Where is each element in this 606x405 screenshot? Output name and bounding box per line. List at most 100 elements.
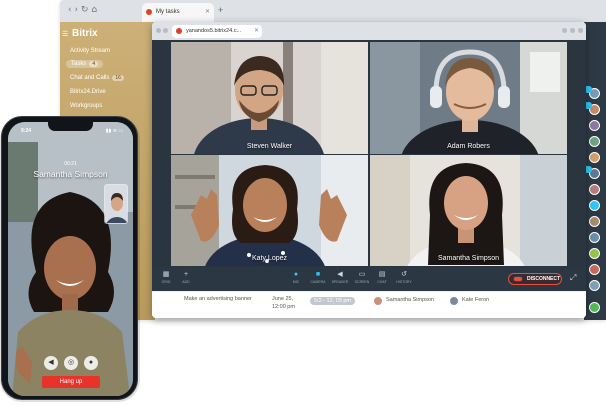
speaker-button[interactable]: ◀ SPEAKER [330, 270, 350, 285]
table-row[interactable]: Make an advertising banner June 25, 12:0… [152, 291, 586, 318]
mic-button[interactable]: ● [84, 356, 98, 370]
add-participant-button[interactable]: + ADD [176, 270, 196, 285]
add-icon: + [183, 271, 189, 278]
window-close-dot[interactable] [156, 28, 161, 33]
call-toolbar: ▦ GRID + ADD ● MIC ■ CAMERA ◀ SPEAKER ▭ SCREEN… [152, 267, 586, 291]
tab-my-tasks-label: My tasks [156, 9, 180, 15]
participant-name: Katy Lopez [251, 255, 288, 262]
window-minimize-dot[interactable] [562, 28, 567, 33]
speaker-button[interactable]: ◀ [44, 356, 58, 370]
disconnect-label: DISCONNECT [527, 276, 561, 282]
sidebar-item-activity-stream[interactable]: Activity Stream [70, 48, 110, 54]
phone-status-icons: ▮▮ ≋ ▭ [105, 128, 123, 134]
call-tab-title: yanandos5.bitrix24.c... [186, 28, 242, 34]
screen-share-button[interactable]: ▭ SCREEN [352, 270, 372, 285]
participant-name: Adam Robers [447, 143, 490, 150]
fullscreen-icon[interactable]: ⤢ [570, 273, 576, 283]
disconnect-button[interactable]: DISCONNECT [508, 273, 562, 285]
camera-button[interactable]: ■ CAMERA [308, 270, 328, 285]
hang-up-label: Hang up [59, 379, 83, 385]
caller-name: Samantha Simpson [33, 169, 108, 179]
back-browser-tabbar: ‹ › ↻ ⌂ My tasks ✕ + [60, 0, 606, 22]
window-maximize-dot[interactable] [570, 28, 575, 33]
bitrix-right-contacts-bar [584, 22, 606, 320]
video-tile-adam-robers[interactable]: Adam Robers [370, 42, 567, 154]
video-tile-samantha-simpson[interactable]: Samantha Simpson [370, 155, 567, 266]
avatar [374, 297, 382, 305]
contact-avatar[interactable] [589, 184, 600, 195]
sidebar-item-drive[interactable]: Bitrix24.Drive [70, 89, 106, 95]
history-button[interactable]: ↺ HISTORY [394, 270, 414, 285]
video-tile-katy-lopez[interactable]: Katy Lopez [171, 155, 368, 266]
task-deadline-time: 12:00 pm [272, 304, 295, 310]
participant-video [370, 42, 567, 154]
browser-nav-buttons[interactable]: ‹ › ↻ ⌂ [68, 5, 97, 15]
contact-avatar[interactable] [589, 120, 600, 131]
mic-icon: ● [293, 271, 299, 278]
screen-icon: ▭ [358, 271, 366, 278]
contact-avatar[interactable] [589, 136, 600, 147]
video-tile-steven-walker[interactable]: Steven Walker [171, 42, 368, 154]
tab-my-tasks[interactable]: My tasks ✕ [142, 3, 214, 22]
phone-call-screen: 9:24 ▮▮ ≋ ▭ 00:21 Samantha Simpson ◀ ◎ ●… [8, 122, 133, 396]
screenshot-stage: ‹ › ↻ ⌂ My tasks ✕ + ☰ Bitrix Activity S… [0, 0, 606, 405]
contact-avatar[interactable] [589, 216, 600, 227]
sidebar-item-label: Tasks [71, 61, 87, 67]
new-tab-button[interactable]: + [218, 5, 223, 15]
bitrix-favicon-icon [176, 28, 182, 34]
video-call-grid: Steven Walker Adam Robers Katy Lopez Sam… [152, 40, 586, 267]
chat-button[interactable]: ▤ CHAT [372, 270, 392, 285]
sidebar-count-badge: 4 [89, 61, 99, 67]
close-tab-icon[interactable]: ✕ [254, 27, 259, 34]
task-title[interactable]: Make an advertising banner [184, 296, 252, 302]
sidebar-item-chat-and-calls[interactable]: Chat and Calls 16 [70, 75, 124, 81]
camera-icon: ■ [315, 271, 321, 278]
bitrix-favicon-icon [146, 9, 152, 15]
self-view-video [105, 185, 127, 223]
close-tab-icon[interactable]: ✕ [205, 8, 210, 15]
menu-burger-icon[interactable]: ☰ [62, 30, 68, 38]
chat-icon: ▤ [378, 271, 386, 278]
participant-name: Steven Walker [246, 143, 293, 150]
sidebar-item-tasks[interactable]: Tasks 4 [66, 60, 104, 68]
speaker-icon: ◀ [337, 271, 343, 278]
mobile-phone: 9:24 ▮▮ ≋ ▭ 00:21 Samantha Simpson ◀ ◎ ●… [1, 116, 138, 400]
phone-status-time: 9:24 [21, 128, 32, 134]
participant-name: Samantha Simpson [437, 255, 500, 262]
call-window-tabbar: yanandos5.bitrix24.c... ✕ [152, 22, 586, 40]
contact-avatar[interactable] [589, 264, 600, 275]
history-icon: ↺ [401, 271, 407, 278]
sidebar-count-badge: 16 [112, 75, 124, 81]
contact-avatar[interactable] [589, 280, 600, 291]
avatar [450, 297, 458, 305]
sidebar-item-label: Chat and Calls [70, 75, 110, 81]
task-responsible[interactable]: Kate Feron [462, 297, 489, 303]
task-deadline-date: June 25, [272, 296, 294, 302]
contact-avatar[interactable] [589, 248, 600, 259]
phone-hangup-icon [513, 276, 523, 282]
window-close-dot[interactable] [578, 28, 583, 33]
sidebar-item-workgroups[interactable]: Workgroups [70, 103, 102, 109]
call-browser-tab[interactable]: yanandos5.bitrix24.c... ✕ [172, 25, 262, 38]
mic-button[interactable]: ● MIC [286, 270, 306, 285]
deadline-badge[interactable]: 5/2 - 12, 03 pm [310, 297, 355, 305]
contact-avatar[interactable] [589, 200, 600, 211]
window-minimize-dot[interactable] [163, 28, 168, 33]
sidebar-item-label: Activity Stream [70, 48, 111, 54]
call-button-icon[interactable] [589, 302, 600, 313]
bitrix-logo[interactable]: Bitrix [72, 28, 98, 39]
sidebar-item-label: Bitrix24.Drive [70, 89, 106, 95]
participant-video [370, 155, 567, 266]
phone-notch [48, 122, 93, 131]
self-view-pip[interactable] [104, 184, 128, 224]
contact-avatar[interactable] [589, 232, 600, 243]
grid-icon: ▦ [162, 271, 170, 278]
grid-button[interactable]: ▦ GRID [156, 270, 176, 285]
call-timer: 00:21 [64, 161, 77, 167]
hang-up-button[interactable]: Hang up [42, 376, 100, 388]
contact-avatar[interactable] [589, 152, 600, 163]
task-created-by[interactable]: Samantha Simpson [386, 297, 434, 303]
camera-toggle-button[interactable]: ◎ [64, 356, 78, 370]
sidebar-item-label: Workgroups [70, 103, 103, 109]
participant-video [171, 42, 368, 154]
